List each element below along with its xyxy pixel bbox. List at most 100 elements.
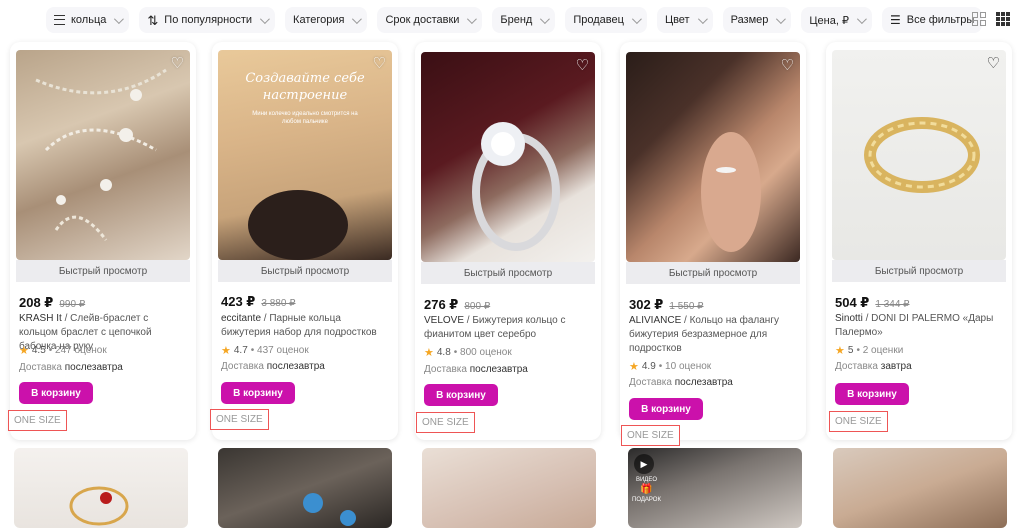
chevron-down-icon — [467, 13, 478, 24]
price: 208 ₽ — [19, 295, 54, 310]
sliders-icon: ☰ — [889, 13, 901, 27]
quick-view-button[interactable]: Быстрый просмотр — [626, 262, 800, 284]
search-query-chip[interactable]: кольца — [46, 7, 130, 33]
quick-view-button[interactable]: Быстрый просмотр — [218, 260, 392, 282]
filter-price[interactable]: Цена, ₽ — [801, 7, 872, 33]
filter-color[interactable]: Цвет — [656, 7, 713, 33]
product-image[interactable]: ♡ — [421, 52, 595, 262]
star-icon: ★ — [629, 361, 639, 373]
rating-score: 4.8 — [436, 347, 451, 358]
filter-delivery-label: Срок доставки — [385, 14, 460, 26]
rating-score: 4.5 — [31, 345, 46, 356]
chevron-down-icon — [856, 13, 867, 24]
old-price: 1 550 ₽ — [669, 301, 704, 312]
product-image[interactable] — [218, 448, 392, 528]
delivery-label: Доставка — [19, 362, 62, 373]
all-filters-label: Все фильтры — [906, 14, 975, 26]
add-to-cart-button[interactable]: В корзину — [629, 398, 703, 420]
view-toggles — [972, 12, 1010, 26]
product-brand: VELOVE — [424, 315, 465, 326]
product-image[interactable] — [833, 448, 1007, 528]
filter-price-label: Цена, ₽ — [809, 14, 849, 27]
rating-score: 4.7 — [233, 345, 248, 356]
grid-large-icon[interactable] — [972, 12, 986, 26]
delivery-value: послезавтра — [674, 377, 733, 388]
filter-seller-label: Продавец — [573, 14, 624, 26]
filter-size[interactable]: Размер — [722, 7, 792, 33]
product-title[interactable]: eccitante / Парные кольца бижутерия набо… — [221, 312, 391, 340]
product-card[interactable]: Создавайте себе настроение Мини колечко … — [212, 42, 398, 440]
delivery-label: Доставка — [424, 364, 467, 375]
grid-small-icon[interactable] — [996, 12, 1010, 26]
chevron-down-icon — [260, 13, 270, 24]
delivery-value: завтра — [880, 361, 912, 372]
size-tag: ONE SIZE — [416, 412, 475, 433]
product-title[interactable]: ALIVIANCE / Кольцо на фалангу бижутерия … — [629, 314, 799, 356]
image-caption: Создавайте себе настроение — [245, 71, 365, 103]
play-video-icon[interactable]: ▶ — [634, 454, 654, 474]
price: 276 ₽ — [424, 297, 459, 312]
star-icon: ★ — [424, 347, 434, 359]
favorite-heart-icon[interactable]: ♡ — [781, 56, 794, 74]
search-query-label: кольца — [71, 14, 107, 26]
product-image[interactable]: ♡ — [16, 50, 190, 260]
add-to-cart-button[interactable]: В корзину — [835, 383, 909, 405]
star-icon: ★ — [221, 345, 231, 357]
favorite-heart-icon[interactable]: ♡ — [576, 56, 589, 74]
product-title[interactable]: Sinotti / DONI DI PALERMO «Дары Палермо» — [835, 312, 1005, 340]
filter-brand[interactable]: Бренд — [492, 7, 556, 33]
filter-category[interactable]: Категория — [285, 7, 368, 33]
product-image[interactable]: ▶ ВИДЕО 🎁 ПОДАРОК — [628, 448, 802, 528]
sort-dropdown[interactable]: ⇅ По популярности — [139, 7, 276, 33]
product-image[interactable]: Создавайте себе настроение Мини колечко … — [218, 50, 392, 260]
delivery-label: Доставка — [835, 361, 878, 372]
add-to-cart-button[interactable]: В корзину — [221, 382, 295, 404]
product-card[interactable]: ♡ Быстрый просмотр 208 ₽ 990 ₽ KRASH It … — [10, 42, 196, 440]
ring-illustration — [69, 486, 129, 526]
star-icon: ★ — [19, 345, 29, 357]
ring-illustration — [472, 122, 560, 251]
product-image[interactable]: ♡ — [832, 50, 1006, 260]
delivery-info: Доставка послезавтра — [19, 362, 123, 373]
product-title[interactable]: VELOVE / Бижутерия кольцо с фианитом цве… — [424, 314, 594, 342]
product-brand: Sinotti — [835, 313, 863, 324]
add-to-cart-button[interactable]: В корзину — [424, 384, 498, 406]
all-filters-button[interactable]: ☰ Все фильтры — [881, 7, 983, 33]
product-image[interactable] — [14, 448, 188, 528]
chevron-down-icon — [697, 13, 708, 24]
rating: ★ 4.9 • 10 оценок — [629, 360, 711, 373]
delivery-value: послезавтра — [266, 361, 325, 372]
size-tag: ONE SIZE — [210, 409, 269, 430]
gift-label: ПОДАРОК — [632, 497, 661, 503]
chevron-down-icon — [631, 13, 642, 24]
favorite-heart-icon[interactable]: ♡ — [987, 54, 1000, 72]
old-price: 3 880 ₽ — [261, 298, 296, 309]
sort-label: По популярности — [164, 14, 253, 26]
product-card[interactable]: ♡ Быстрый просмотр 276 ₽ 800 ₽ VELOVE / … — [415, 42, 601, 440]
size-tag: ONE SIZE — [8, 410, 67, 431]
delivery-label: Доставка — [629, 377, 672, 388]
favorite-heart-icon[interactable]: ♡ — [171, 54, 184, 72]
chevron-down-icon — [352, 13, 363, 24]
product-card[interactable]: ♡ Быстрый просмотр 302 ₽ 1 550 ₽ ALIVIAN… — [620, 42, 806, 440]
rating: ★ 4.5 • 247 оценок — [19, 344, 107, 357]
favorite-heart-icon[interactable]: ♡ — [373, 54, 386, 72]
quick-view-button[interactable]: Быстрый просмотр — [421, 262, 595, 284]
product-card[interactable]: ♡ Быстрый просмотр 504 ₽ 1 344 ₽ Sinotti… — [826, 42, 1012, 440]
quick-view-button[interactable]: Быстрый просмотр — [16, 260, 190, 282]
quick-view-button[interactable]: Быстрый просмотр — [832, 260, 1006, 282]
video-gift-badges: ВИДЕО 🎁 ПОДАРОК — [632, 476, 661, 504]
filter-seller[interactable]: Продавец — [565, 7, 647, 33]
reviews-count: • 247 оценок — [48, 345, 107, 356]
filter-bar: кольца ⇅ По популярности Категория Срок … — [0, 0, 1024, 40]
filter-delivery[interactable]: Срок доставки — [377, 7, 483, 33]
chevron-down-icon — [540, 13, 551, 24]
product-image[interactable]: ♡ — [626, 52, 800, 262]
add-to-cart-button[interactable]: В корзину — [19, 382, 93, 404]
product-image[interactable] — [422, 448, 596, 528]
price-row: 208 ₽ 990 ₽ — [19, 295, 85, 311]
reviews-count: • 800 оценок — [453, 347, 512, 358]
rating: ★ 5 • 2 оценки — [835, 344, 903, 357]
delivery-info: Доставка завтра — [835, 361, 912, 372]
old-price: 1 344 ₽ — [875, 299, 910, 310]
